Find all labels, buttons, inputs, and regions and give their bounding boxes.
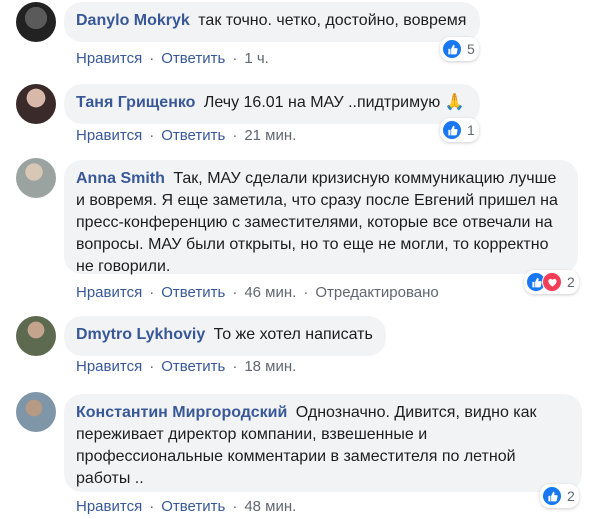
comment-time[interactable]: 46 мин. <box>244 284 296 301</box>
separator-dot: · <box>149 498 155 515</box>
love-icon <box>542 272 562 292</box>
reactions-summary[interactable]: 2 <box>524 270 579 294</box>
comment-actions: Нравится · Ответить · 48 мин. <box>76 498 296 515</box>
avatar[interactable] <box>16 84 56 124</box>
avatar[interactable] <box>16 158 56 198</box>
avatar[interactable] <box>16 2 56 42</box>
comment-time[interactable]: 48 мин. <box>244 498 296 515</box>
comment-text: так точно. четко, достойно, вовремя <box>198 12 467 29</box>
separator-dot: · <box>232 358 238 375</box>
comment-author[interactable]: Anna Smith <box>76 170 165 187</box>
like-button[interactable]: Нравится <box>76 284 142 301</box>
like-button[interactable]: Нравится <box>76 50 142 67</box>
like-button[interactable]: Нравится <box>76 498 142 515</box>
reactions-summary[interactable]: 5 <box>440 37 479 61</box>
comment-time[interactable]: 1 ч. <box>244 50 269 67</box>
comment-actions: Нравится · Ответить · 46 мин. · Отредактирован… <box>76 284 439 301</box>
reaction-count: 1 <box>467 122 475 138</box>
comments-feed: Danylo Mokryk так точно. четко, достойно… <box>0 0 594 519</box>
reaction-count: 2 <box>567 274 575 290</box>
reply-button[interactable]: Ответить <box>161 358 225 375</box>
separator-dot: · <box>232 50 238 67</box>
comment-bubble: Danylo Mokryk так точно. четко, достойно… <box>64 2 480 42</box>
comment-text: То же хотел написать <box>213 326 373 343</box>
like-button[interactable]: Нравится <box>76 358 142 375</box>
comment-bubble: Anna Smith Так, МАУ сделали кризисную ко… <box>64 160 578 275</box>
comment-time[interactable]: 21 мин. <box>244 127 296 144</box>
comment-bubble: Dmytro Lykhoviy То же хотел написать <box>64 316 386 356</box>
comment-bubble: Константин Миргородский Однозначно. Диви… <box>64 394 582 492</box>
separator-dot: · <box>149 284 155 301</box>
reply-button[interactable]: Ответить <box>161 50 225 67</box>
like-button[interactable]: Нравится <box>76 127 142 144</box>
comment-actions: Нравится · Ответить · 18 мин. <box>76 358 296 375</box>
comment-author[interactable]: Таня Грищенко <box>76 94 195 111</box>
avatar[interactable] <box>16 316 56 356</box>
comment-author[interactable]: Константин Миргородский <box>76 404 287 421</box>
reply-button[interactable]: Ответить <box>161 284 225 301</box>
separator-dot: · <box>303 284 309 301</box>
comment-author[interactable]: Dmytro Lykhoviy <box>76 326 205 343</box>
comment-actions: Нравится · Ответить · 1 ч. <box>76 50 269 67</box>
like-icon <box>442 39 462 59</box>
reactions-summary[interactable]: 2 <box>540 484 579 508</box>
separator-dot: · <box>232 498 238 515</box>
reaction-count: 5 <box>467 41 475 57</box>
separator-dot: · <box>149 358 155 375</box>
comment-author[interactable]: Danylo Mokryk <box>76 12 190 29</box>
avatar[interactable] <box>16 392 56 432</box>
separator-dot: · <box>149 127 155 144</box>
reaction-count: 2 <box>567 488 575 504</box>
separator-dot: · <box>149 50 155 67</box>
separator-dot: · <box>232 284 238 301</box>
comment-text: Лечу 16.01 на МАУ ..пидтримую 🙏 <box>203 94 465 111</box>
comment-time[interactable]: 18 мин. <box>244 358 296 375</box>
separator-dot: · <box>232 127 238 144</box>
reply-button[interactable]: Ответить <box>161 498 225 515</box>
edited-label[interactable]: Отредактировано <box>315 284 438 301</box>
comment-bubble: Таня Грищенко Лечу 16.01 на МАУ ..пидтри… <box>64 84 480 124</box>
like-icon <box>442 120 462 140</box>
like-icon <box>542 486 562 506</box>
reply-button[interactable]: Ответить <box>161 127 225 144</box>
comment-actions: Нравится · Ответить · 21 мин. <box>76 127 296 144</box>
reactions-summary[interactable]: 1 <box>440 118 479 142</box>
